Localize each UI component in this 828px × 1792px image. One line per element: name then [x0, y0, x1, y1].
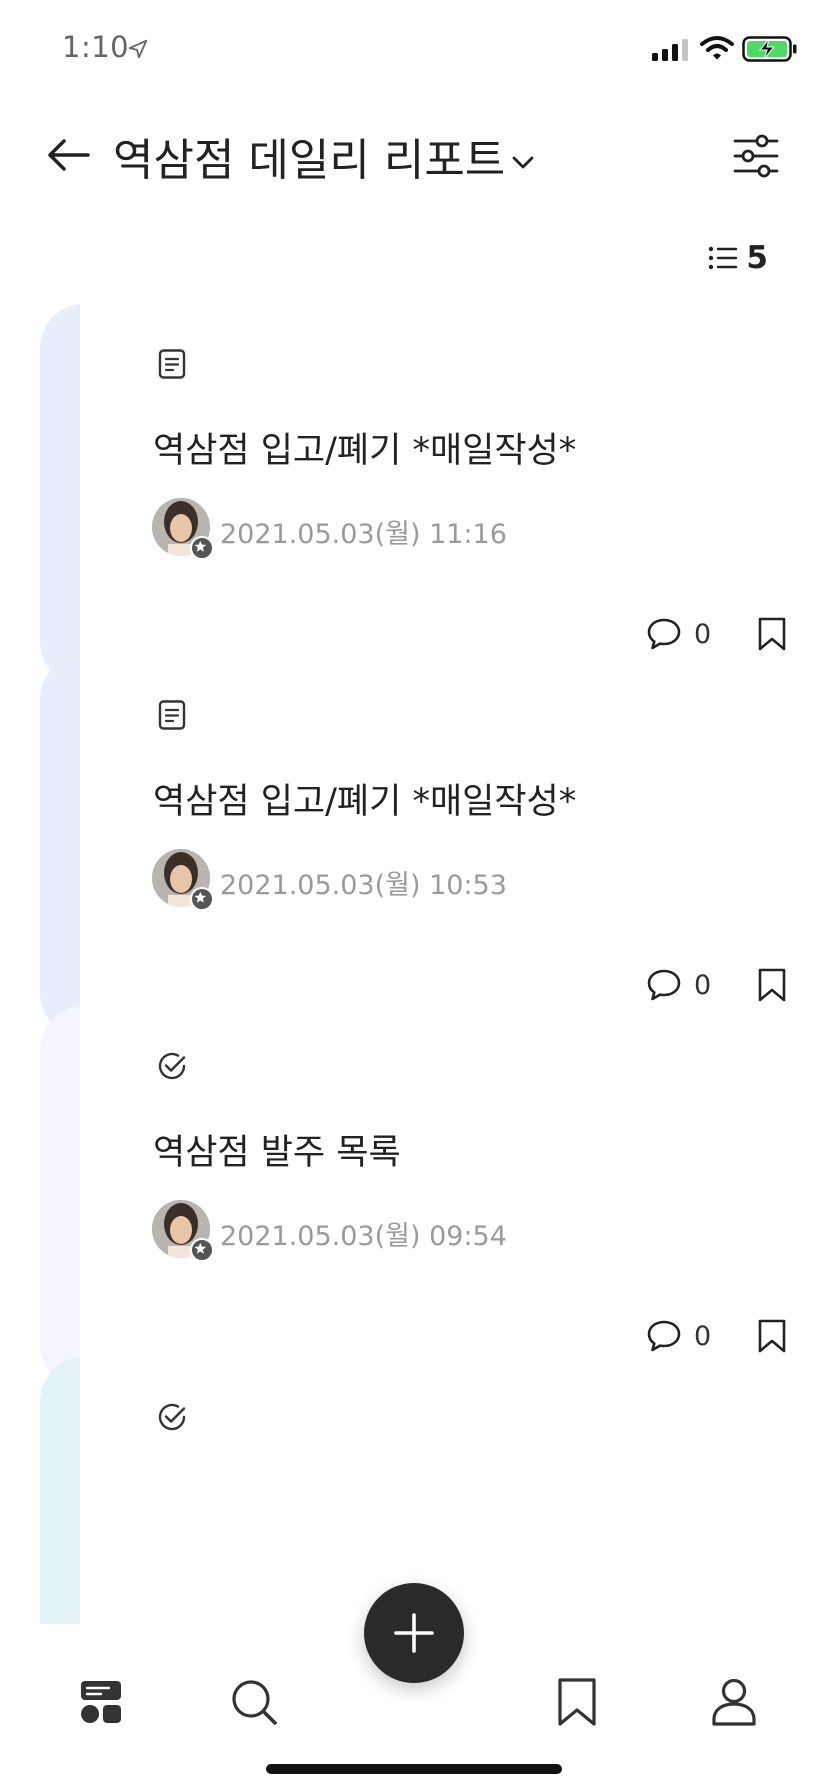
location-arrow-icon — [128, 39, 148, 59]
star-badge-icon — [190, 536, 214, 560]
bookmark-icon[interactable] — [756, 967, 788, 1003]
post-card[interactable]: 역삼점 입고/폐기 *매일작성* 2021.05.03(월) 11:16 0 — [40, 304, 828, 686]
page-title: 역삼점 데일리 리포트 — [113, 135, 506, 186]
board-title-dropdown[interactable]: 역삼점 데일리 리포트 — [113, 124, 535, 188]
post-date: 2021.05.03(월) 09:54 — [220, 1221, 507, 1252]
comment-count: 0 — [694, 1320, 712, 1352]
post-card[interactable] — [40, 1357, 828, 1624]
comment-icon — [647, 969, 681, 1001]
search-icon[interactable] — [228, 1676, 280, 1728]
comment-count: 0 — [694, 969, 712, 1001]
back-arrow-icon[interactable] — [44, 128, 98, 182]
filter-settings-icon[interactable] — [732, 132, 780, 180]
bookmark-icon[interactable] — [551, 1676, 603, 1728]
avatar[interactable] — [152, 498, 214, 560]
profile-icon[interactable] — [708, 1676, 760, 1728]
status-time: 1:10 — [62, 30, 130, 64]
chevron-down-icon — [512, 156, 534, 169]
bookmark-icon[interactable] — [756, 616, 788, 652]
comment-count: 0 — [694, 618, 712, 650]
post-feed[interactable]: 역삼점 입고/폐기 *매일작성* 2021.05.03(월) 11:16 0 역… — [0, 304, 828, 1624]
card-accent — [40, 655, 80, 1037]
post-title: 역삼점 입고/폐기 *매일작성* — [153, 431, 577, 471]
post-count: 5 — [708, 240, 768, 276]
post-count-value: 5 — [746, 240, 768, 276]
post-card[interactable]: 역삼점 입고/폐기 *매일작성* 2021.05.03(월) 10:53 0 — [40, 655, 828, 1037]
comment-button[interactable]: 0 — [646, 617, 711, 651]
post-card[interactable]: 역삼점 발주 목록 2021.05.03(월) 09:54 0 — [40, 1006, 828, 1388]
card-accent — [40, 1006, 80, 1388]
post-date: 2021.05.03(월) 10:53 — [220, 870, 507, 901]
check-circle-icon — [158, 1052, 186, 1080]
cellular-signal-icon — [652, 39, 688, 61]
star-badge-icon — [190, 1238, 214, 1262]
status-bar: 1:10 — [0, 0, 828, 100]
check-circle-icon — [158, 1403, 186, 1431]
bookmark-icon[interactable] — [756, 1318, 788, 1354]
plus-icon — [394, 1613, 434, 1653]
comment-icon — [647, 1320, 681, 1352]
avatar[interactable] — [152, 1200, 214, 1262]
avatar[interactable] — [152, 849, 214, 911]
add-post-button[interactable] — [364, 1583, 464, 1683]
comment-icon — [647, 618, 681, 650]
post-title: 역삼점 발주 목록 — [153, 1133, 401, 1173]
comment-button[interactable]: 0 — [646, 968, 711, 1002]
wifi-icon — [700, 36, 734, 60]
post-title: 역삼점 입고/폐기 *매일작성* — [153, 782, 577, 822]
home-indicator — [266, 1764, 562, 1774]
card-accent — [40, 1357, 80, 1624]
feed-icon[interactable] — [75, 1676, 127, 1728]
post-date: 2021.05.03(월) 11:16 — [220, 519, 507, 550]
comment-button[interactable]: 0 — [646, 1319, 711, 1353]
battery-charging-icon — [742, 36, 797, 62]
document-icon — [158, 700, 186, 730]
document-icon — [158, 349, 186, 379]
card-accent — [40, 304, 80, 686]
list-icon — [709, 246, 738, 270]
star-badge-icon — [190, 887, 214, 911]
